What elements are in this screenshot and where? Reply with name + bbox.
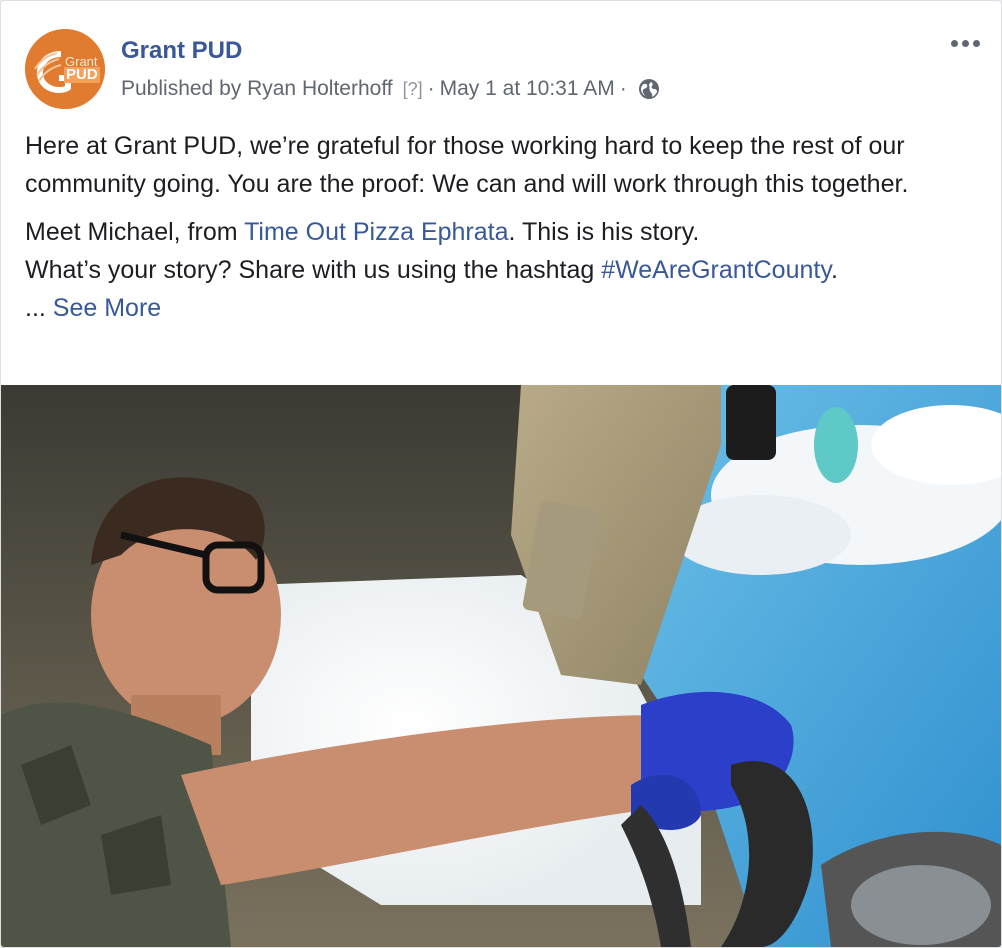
see-more-link[interactable]: See More — [53, 294, 161, 322]
para3-prefix: What’s your story? Share with us using t… — [25, 256, 602, 284]
post-photo-image — [1, 385, 1001, 947]
para2-prefix: Meet Michael, from — [25, 218, 245, 246]
avatar-text-pud: PUD — [64, 66, 100, 83]
para2-suffix: . This is his story. — [508, 218, 700, 246]
ellipsis: ... — [25, 294, 53, 322]
post-meta: Published by Ryan Holterhoff [?] · May 1… — [121, 75, 660, 103]
post-paragraph-2: Meet Michael, from Time Out Pizza Ephrat… — [25, 213, 981, 327]
published-by-text[interactable]: Published by Ryan Holterhoff — [121, 75, 393, 103]
man-driving-car-photo[interactable] — [1, 385, 1001, 947]
separator-dot: · — [427, 77, 435, 100]
more-options-icon[interactable] — [947, 31, 983, 55]
page-avatar[interactable]: Grant PUD — [25, 29, 105, 109]
post-paragraph-1: Here at Grant PUD, we’re grateful for th… — [25, 132, 909, 198]
time-out-pizza-link[interactable]: Time Out Pizza Ephrata — [244, 218, 508, 246]
para3-suffix: . — [830, 256, 838, 284]
globe-icon[interactable] — [638, 78, 660, 100]
facebook-post: Grant PUD Grant PUD Published by Ryan Ho… — [0, 0, 1002, 948]
hashtag-link[interactable]: #WeAreGrantCounty — [601, 256, 831, 284]
post-timestamp[interactable]: May 1 at 10:31 AM — [440, 75, 615, 103]
page-name-link[interactable]: Grant PUD — [121, 37, 242, 65]
post-message: Here at Grant PUD, we’re grateful for th… — [25, 127, 981, 327]
separator-dot: · — [619, 77, 627, 100]
help-icon[interactable]: [?] — [403, 75, 423, 103]
